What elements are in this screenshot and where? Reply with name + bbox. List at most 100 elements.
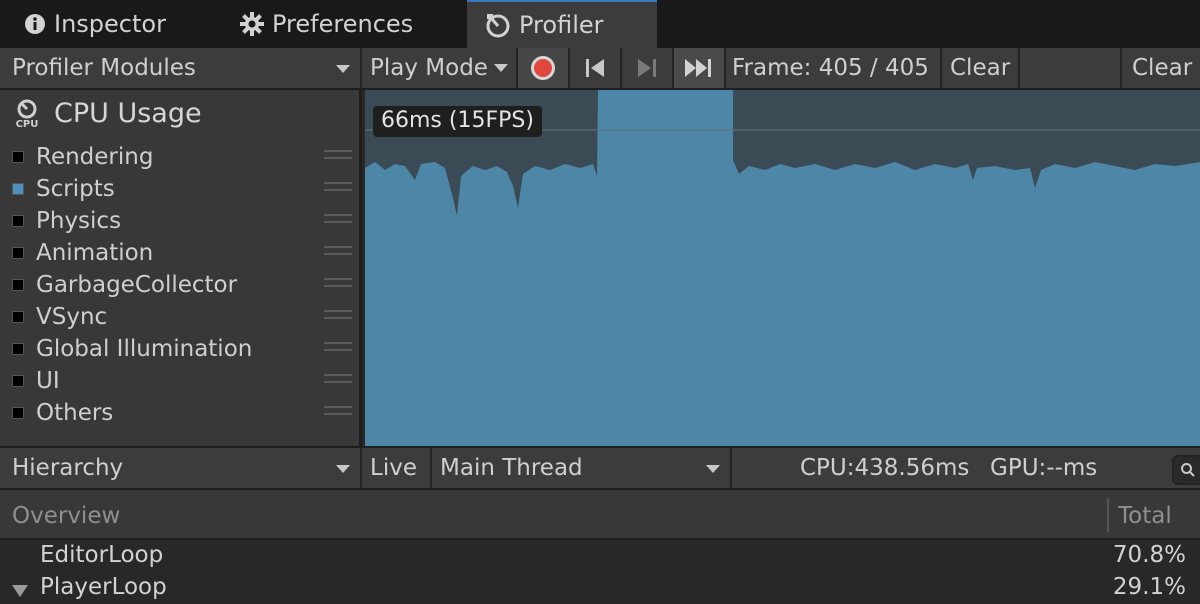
cpu-usage-graph[interactable]: 66ms (15FPS) bbox=[365, 90, 1200, 446]
chevron-down-icon bbox=[336, 65, 350, 73]
live-toggle[interactable]: Live bbox=[362, 448, 432, 488]
chevron-down-icon bbox=[493, 64, 508, 72]
category-label: UI bbox=[36, 368, 60, 394]
column-header-overview[interactable]: Overview bbox=[12, 503, 120, 529]
profiler-toolbar: Profiler Modules Play Mode Frame: 405 / … bbox=[0, 48, 1200, 90]
gpu-time-label: GPU:--ms bbox=[990, 455, 1098, 481]
frame-counter-label: Frame: 405 / 405 bbox=[732, 55, 929, 81]
drag-handle-icon[interactable] bbox=[324, 406, 352, 420]
gear-icon bbox=[240, 12, 264, 36]
drag-handle-icon[interactable] bbox=[324, 310, 352, 324]
category-animation[interactable]: Animation bbox=[12, 238, 352, 268]
view-type-label: Hierarchy bbox=[12, 455, 124, 481]
tab-inspector-label: Inspector bbox=[54, 10, 166, 38]
column-divider[interactable] bbox=[1107, 498, 1109, 532]
column-header-total[interactable]: Total bbox=[1118, 503, 1172, 529]
clear-on-play-label: Clear bbox=[1132, 55, 1193, 81]
drag-handle-icon[interactable] bbox=[324, 246, 352, 260]
drag-handle-icon[interactable] bbox=[324, 342, 352, 356]
category-color-swatch[interactable] bbox=[12, 375, 24, 387]
tab-profiler-label: Profiler bbox=[519, 11, 604, 39]
tab-inspector[interactable]: Inspector bbox=[24, 0, 166, 48]
category-color-swatch[interactable] bbox=[12, 407, 24, 419]
drag-handle-icon[interactable] bbox=[324, 374, 352, 388]
previous-frame-button[interactable] bbox=[570, 48, 622, 88]
profiler-modules-dropdown[interactable]: Profiler Modules bbox=[0, 48, 362, 88]
category-rendering[interactable]: Rendering bbox=[12, 142, 352, 172]
fps-threshold-label: 66ms (15FPS) bbox=[373, 106, 542, 137]
category-color-swatch[interactable] bbox=[12, 343, 24, 355]
window-tab-bar: Inspector Preferences Profiler bbox=[0, 0, 1200, 48]
details-toolbar: Hierarchy Live Main Thread CPU:438.56ms … bbox=[0, 446, 1200, 490]
next-frame-button[interactable] bbox=[622, 48, 674, 88]
row-name: PlayerLoop bbox=[40, 574, 167, 600]
thread-dropdown[interactable]: Main Thread bbox=[432, 448, 732, 488]
drag-handle-icon[interactable] bbox=[324, 214, 352, 228]
category-color-swatch[interactable] bbox=[12, 215, 24, 227]
drag-handle-icon[interactable] bbox=[324, 278, 352, 292]
category-label: Physics bbox=[36, 208, 122, 234]
category-vsync[interactable]: VSync bbox=[12, 302, 352, 332]
cpu-icon: CPU bbox=[12, 99, 42, 129]
expand-triangle-icon[interactable] bbox=[12, 585, 28, 597]
category-label: Others bbox=[36, 400, 114, 426]
clear-on-play-button[interactable]: Clear bbox=[1122, 48, 1200, 88]
play-mode-dropdown[interactable]: Play Mode bbox=[362, 48, 518, 88]
category-label: Rendering bbox=[36, 144, 154, 170]
category-physics[interactable]: Physics bbox=[12, 206, 352, 236]
chevron-down-icon bbox=[706, 465, 720, 473]
category-label: Animation bbox=[36, 240, 154, 266]
record-button[interactable] bbox=[518, 48, 570, 88]
play-mode-label: Play Mode bbox=[370, 55, 488, 81]
drag-handle-icon[interactable] bbox=[324, 182, 352, 196]
tab-preferences[interactable]: Preferences bbox=[240, 0, 413, 48]
row-name: EditorLoop bbox=[40, 542, 164, 568]
category-label: GarbageCollector bbox=[36, 272, 238, 298]
chevron-down-icon bbox=[336, 465, 350, 473]
drag-handle-icon[interactable] bbox=[324, 150, 352, 164]
category-color-swatch[interactable] bbox=[12, 311, 24, 323]
table-row[interactable]: PlayerLoop 29.1% bbox=[0, 572, 1200, 604]
category-ui[interactable]: UI bbox=[12, 366, 352, 396]
category-color-swatch[interactable] bbox=[12, 247, 24, 259]
frame-counter: Frame: 405 / 405 bbox=[726, 48, 940, 88]
profiler-icon bbox=[485, 12, 511, 38]
category-label: Scripts bbox=[36, 176, 115, 202]
row-total: 29.1% bbox=[1112, 574, 1186, 600]
toolbar-spacer bbox=[1020, 48, 1122, 88]
skip-to-end-icon bbox=[685, 59, 711, 77]
category-color-swatch[interactable] bbox=[12, 151, 24, 163]
info-icon bbox=[24, 13, 46, 35]
category-color-swatch[interactable] bbox=[12, 183, 24, 195]
hierarchy-table-header: Overview Total bbox=[0, 490, 1200, 540]
row-total: 70.8% bbox=[1112, 542, 1186, 568]
step-back-icon bbox=[586, 59, 604, 77]
clear-button[interactable]: Clear bbox=[940, 48, 1020, 88]
cpu-graph-svg bbox=[365, 90, 1200, 446]
category-label: Global Illumination bbox=[36, 336, 253, 362]
category-garbagecollector[interactable]: GarbageCollector bbox=[12, 270, 352, 300]
tab-profiler[interactable]: Profiler bbox=[467, 0, 657, 48]
thread-label: Main Thread bbox=[440, 455, 583, 481]
category-scripts[interactable]: Scripts bbox=[12, 174, 352, 204]
search-icon bbox=[1181, 463, 1195, 477]
record-icon bbox=[531, 56, 555, 80]
cpu-icon-text: CPU bbox=[16, 119, 39, 129]
category-color-swatch[interactable] bbox=[12, 279, 24, 291]
tab-preferences-label: Preferences bbox=[272, 10, 414, 38]
view-type-dropdown[interactable]: Hierarchy bbox=[0, 448, 362, 488]
cpu-module-panel: CPU CPU Usage Rendering Scripts Physics … bbox=[0, 90, 362, 446]
profiler-modules-label: Profiler Modules bbox=[12, 55, 196, 81]
search-field[interactable] bbox=[1172, 455, 1200, 485]
step-forward-icon bbox=[638, 59, 656, 77]
table-row[interactable]: EditorLoop 70.8% bbox=[0, 540, 1200, 572]
gpu-time-readout: GPU:--ms bbox=[990, 448, 1120, 488]
cpu-time-label: CPU:438.56ms bbox=[800, 455, 970, 481]
category-label: VSync bbox=[36, 304, 108, 330]
category-others[interactable]: Others bbox=[12, 398, 352, 428]
current-frame-button[interactable] bbox=[674, 48, 726, 88]
category-global-illumination[interactable]: Global Illumination bbox=[12, 334, 352, 364]
cpu-time-readout: CPU:438.56ms bbox=[800, 448, 980, 488]
live-label: Live bbox=[370, 455, 417, 481]
module-title[interactable]: CPU CPU Usage bbox=[12, 98, 202, 129]
